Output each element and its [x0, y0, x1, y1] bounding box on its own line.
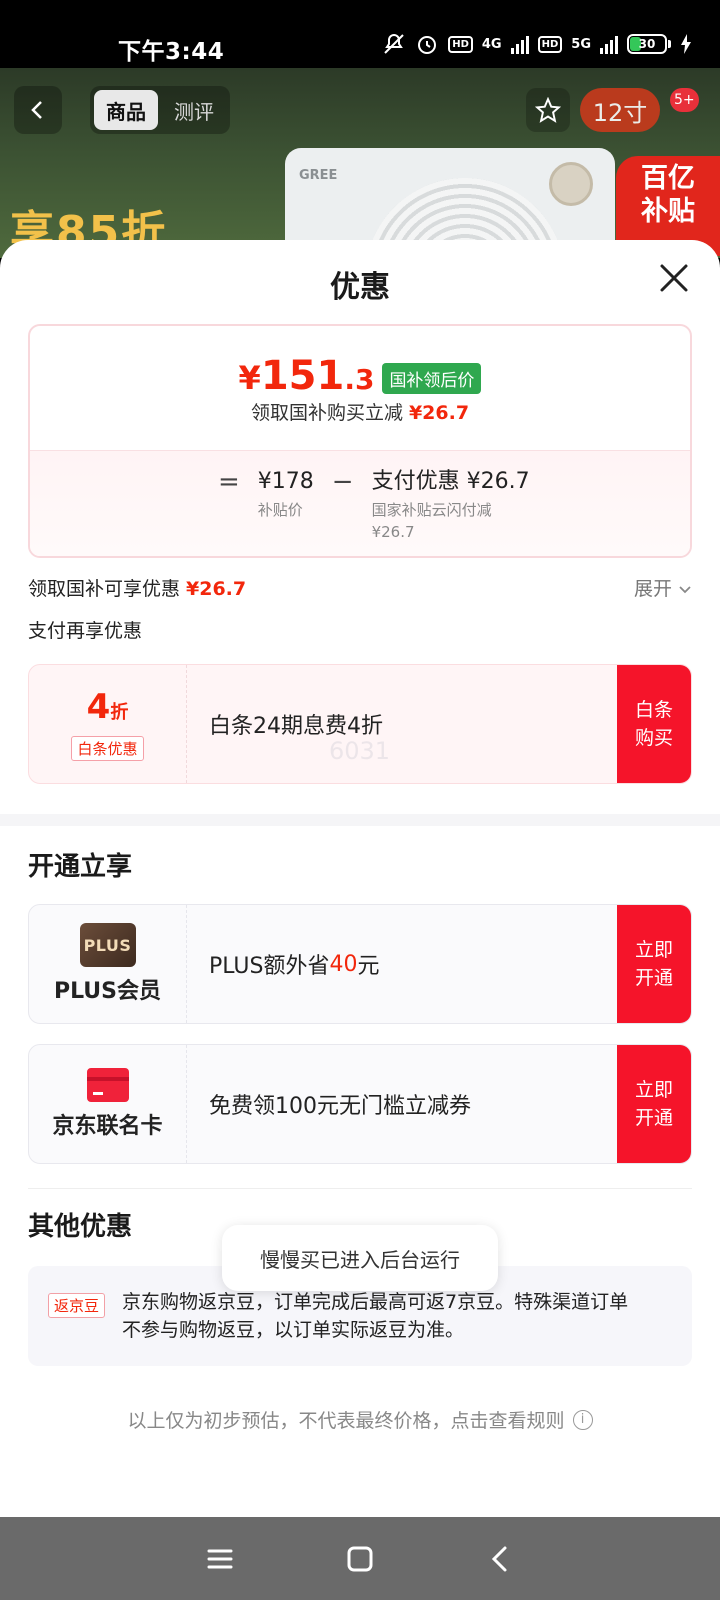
price-card: ¥151.3 国补领后价 领取国补购买立减 ¥26.7 = ¥178 补贴价 − …: [28, 324, 692, 558]
back-arrow-icon: [491, 1546, 507, 1571]
jd-card-offer-card[interactable]: 京东联名卡 免费领100元无门槛立减券 立即开通: [28, 1044, 692, 1164]
status-time: 下午3:44: [118, 39, 225, 65]
fan-knob: [549, 162, 593, 206]
price-decimal: .3: [344, 363, 375, 396]
back-nav-button[interactable]: [480, 1539, 520, 1579]
pay-section-title: 支付再享优惠: [28, 620, 143, 642]
baitiao-offer-card[interactable]: 4折 白条优惠 白条24期息费4折 6031 白条购买: [28, 664, 692, 784]
plus-desc-prefix: PLUS额外省: [209, 954, 330, 979]
tab-review[interactable]: 测评: [162, 90, 226, 130]
status-icons: HD 4G HD 5G 30: [382, 32, 692, 56]
subsidy-offer-row: 领取国补可享优惠 ¥26.7 展开: [28, 574, 692, 604]
claim-text: 领取国补购买立减: [250, 402, 403, 424]
status-bar: 下午3:44 HD 4G HD 5G 30: [0, 0, 720, 68]
plus-desc-amount: 40: [329, 951, 358, 977]
network-type-label: 4G: [481, 36, 502, 52]
price-formula: = ¥178 补贴价 − 支付优惠 ¥26.7 国家补贴云闪付减 ¥26.7: [30, 450, 690, 556]
baitiao-discount-num: 4: [86, 686, 111, 727]
payment-discount-amount: ¥26.7: [371, 523, 415, 541]
home-square-icon: [347, 1546, 373, 1571]
final-price: ¥151.3: [239, 354, 375, 402]
battery-percent: 30: [638, 37, 656, 51]
favorite-button[interactable]: [526, 88, 570, 132]
subsidy-line-2: 补贴: [641, 196, 695, 227]
chevron-down-icon: [679, 586, 691, 594]
footnote-text: 以上仅为初步预估，不代表最终价格，点击查看规则: [127, 1410, 565, 1432]
jd-bean-text: 京东购物返京豆，订单完成后最高可返7京豆。特殊渠道订单不参与购物返豆，以订单实际…: [122, 1291, 629, 1341]
alarm-icon: [415, 32, 439, 56]
sheet-title: 优惠: [330, 270, 390, 305]
claim-line: 领取国补购买立减 ¥26.7: [30, 398, 690, 425]
system-nav-bar: [0, 1517, 720, 1600]
baitiao-discount-unit: 折: [110, 701, 129, 723]
section-divider: [0, 814, 720, 826]
plus-description: PLUS额外省 40 元: [209, 905, 380, 1023]
payment-discount: 支付优惠 ¥26.7: [371, 469, 530, 494]
hd-icon: HD: [448, 35, 473, 53]
watermark: 6031: [329, 737, 391, 765]
tab-product[interactable]: 商品: [94, 90, 158, 130]
baitiao-description: 白条24期息费4折: [209, 714, 383, 739]
info-icon[interactable]: i: [572, 1409, 593, 1430]
open-section-title: 开通立享: [28, 852, 133, 882]
plus-offer-card[interactable]: PLUS PLUS会员 PLUS额外省 40 元 立即开通: [28, 904, 692, 1024]
share-button[interactable]: 12寸: [580, 88, 660, 132]
jd-bean-tag: 返京豆: [48, 1293, 106, 1318]
signal-icon-2: [600, 34, 618, 54]
other-section-title: 其他优惠: [28, 1212, 133, 1242]
menu-button[interactable]: [200, 1539, 240, 1579]
plus-desc-suffix: 元: [357, 954, 380, 979]
price-integer: 151: [260, 353, 345, 399]
top-nav: 商品 测评 12寸 5+: [0, 86, 720, 136]
expand-label: 展开: [633, 578, 672, 600]
base-price-label: 补贴价: [257, 501, 303, 519]
subsidy-price-tag: 国补领后价: [382, 363, 482, 394]
divider-line: [28, 1188, 692, 1189]
signal-icon: [510, 34, 529, 54]
subsidy-offer-amount: ¥26.7: [186, 578, 247, 600]
plus-logo-icon: PLUS: [79, 923, 136, 967]
hd-icon-2: HD: [537, 35, 563, 53]
home-button[interactable]: [340, 1539, 380, 1579]
baitiao-tag: 白条优惠: [71, 735, 144, 761]
star-icon: [535, 97, 561, 123]
battery-icon: 30: [627, 34, 671, 54]
plus-label: PLUS会员: [53, 979, 162, 1004]
baitiao-discount: 4折: [87, 688, 129, 732]
back-button[interactable]: [14, 86, 62, 134]
network-type-label-2: 5G: [571, 36, 591, 52]
equals-sign: =: [218, 467, 240, 497]
menu-icon: [207, 1549, 233, 1568]
mute-icon: [382, 32, 406, 56]
discount-sheet: 优惠 ¥151.3 国补领后价 领取国补购买立减 ¥26.7 = ¥178 补贴价: [0, 240, 720, 1517]
payment-discount-label: 国家补贴云闪付减: [371, 501, 492, 519]
chevron-left-icon: [31, 101, 42, 119]
jd-card-open-button[interactable]: 立即开通: [617, 1045, 691, 1163]
close-button[interactable]: [654, 258, 694, 298]
plus-open-label: 立即开通: [634, 939, 673, 989]
claim-amount: ¥26.7: [408, 402, 470, 424]
background-toast: 慢慢买已进入后台运行: [222, 1225, 498, 1291]
charging-icon: [680, 34, 692, 54]
plus-open-button[interactable]: 立即开通: [617, 905, 691, 1023]
page-tabs: 商品 测评: [90, 86, 230, 134]
expand-button[interactable]: 展开: [634, 574, 692, 601]
footnote[interactable]: 以上仅为初步预估，不代表最终价格，点击查看规则 i: [0, 1406, 720, 1433]
subsidy-offer-text: 领取国补可享优惠: [28, 578, 181, 600]
jd-card-open-label: 立即开通: [634, 1079, 673, 1129]
credit-card-icon: [86, 1068, 129, 1102]
subsidy-line-1: 百亿: [641, 163, 695, 194]
minus-sign: −: [331, 467, 354, 497]
currency-symbol: ¥: [238, 359, 261, 397]
share-label: 12寸: [592, 98, 648, 127]
baitiao-buy-button[interactable]: 白条购买: [617, 665, 691, 783]
jd-card-label: 京东联名卡: [52, 1114, 163, 1139]
brand-logo: GREE: [299, 168, 338, 183]
baitiao-buy-label: 白条购买: [634, 699, 673, 749]
base-price: ¥178: [257, 469, 314, 494]
message-badge[interactable]: 5+: [670, 88, 699, 112]
jd-card-description: 免费领100元无门槛立减券: [209, 1094, 471, 1119]
close-icon: [660, 264, 688, 292]
